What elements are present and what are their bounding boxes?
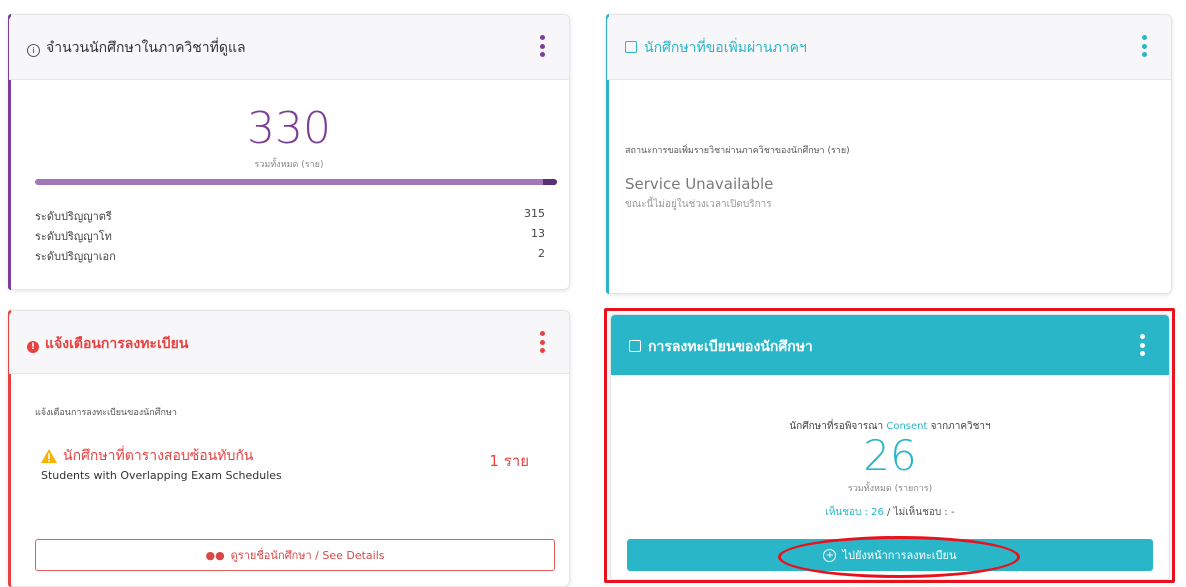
service-status: Service Unavailable [625,175,774,193]
card-title: นักศึกษาที่ขอเพิ่มผ่านภาคฯ [625,37,807,59]
card-menu-button[interactable] [1139,334,1145,356]
registration-total-label: รวมทั้งหมด (รายการ) [847,484,933,494]
edit-icon [625,41,637,53]
level-row-master: ระดับปริญญาโท 13 [35,227,545,243]
exclamation-circle-icon: ! [27,341,39,353]
card-header: นักศึกษาที่ขอเพิ่มผ่านภาคฯ [607,15,1171,80]
registration-total: 26 [863,431,917,480]
students-progress-bar [35,179,557,185]
see-details-button[interactable]: ●● ดูรายชื่อนักศึกษา / See Details [35,539,555,571]
service-status-detail: ขณะนี้ไม่อยู่ในช่วงเวลาเปิดบริการ [625,199,772,210]
overlap-count: 1 ราย [489,452,529,470]
go-to-registration-button[interactable]: + ไปยังหน้าการลงทะเบียน [627,539,1153,571]
info-circle-icon: i [27,44,40,57]
card-menu-button[interactable] [539,35,545,57]
students-total-label: รวมทั้งหมด (ราย) [254,160,324,170]
overlap-warning-subtitle: Students with Overlapping Exam Schedules [41,469,282,482]
card-header: i จำนวนนักศึกษาในภาควิชาที่ดูแล [9,15,569,80]
card-title: การลงทะเบียนของนักศึกษา [629,336,813,358]
students-count-card: i จำนวนนักศึกษาในภาควิชาที่ดูแล 330 รวมทั… [8,14,570,290]
card-title: i จำนวนนักศึกษาในภาควิชาที่ดูแล [27,37,246,59]
overlap-warning-title: นักศึกษาที่ตารางสอบซ้อนทับกัน [41,445,253,467]
card-menu-button[interactable] [539,331,545,353]
edit-icon [629,340,641,352]
plus-circle-icon: + [823,548,837,562]
student-registration-card: การลงทะเบียนของนักศึกษา นักศึกษาที่รอพิจ… [610,314,1170,580]
warning-message: แจ้งเตือนการลงทะเบียนของนักศึกษา [35,408,177,418]
approval-summary: เห็นชอบ : 26 / ไม่เห็นชอบ : - [825,507,955,518]
level-row-bachelor: ระดับปริญญาตรี 315 [35,207,545,223]
card-menu-button[interactable] [1141,35,1147,57]
requests-message: สถานะการขอเพิ่มรายวิชาผ่านภาควิชาของนักศ… [625,146,850,156]
card-header: ! แจ้งเตือนการลงทะเบียน [9,311,569,374]
registration-warning-card: ! แจ้งเตือนการลงทะเบียน แจ้งเตือนการลงทะเ… [8,310,570,587]
dept-requests-card: นักศึกษาที่ขอเพิ่มผ่านภาคฯ สถานะการขอเพิ… [606,14,1172,294]
card-title: ! แจ้งเตือนการลงทะเบียน [27,333,188,355]
students-total: 330 [247,103,331,154]
card-header: การลงทะเบียนของนักศึกษา [611,315,1169,375]
warning-triangle-icon [41,449,57,463]
level-row-doctoral: ระดับปริญญาเอก 2 [35,247,545,263]
users-icon: ●● [205,548,225,562]
